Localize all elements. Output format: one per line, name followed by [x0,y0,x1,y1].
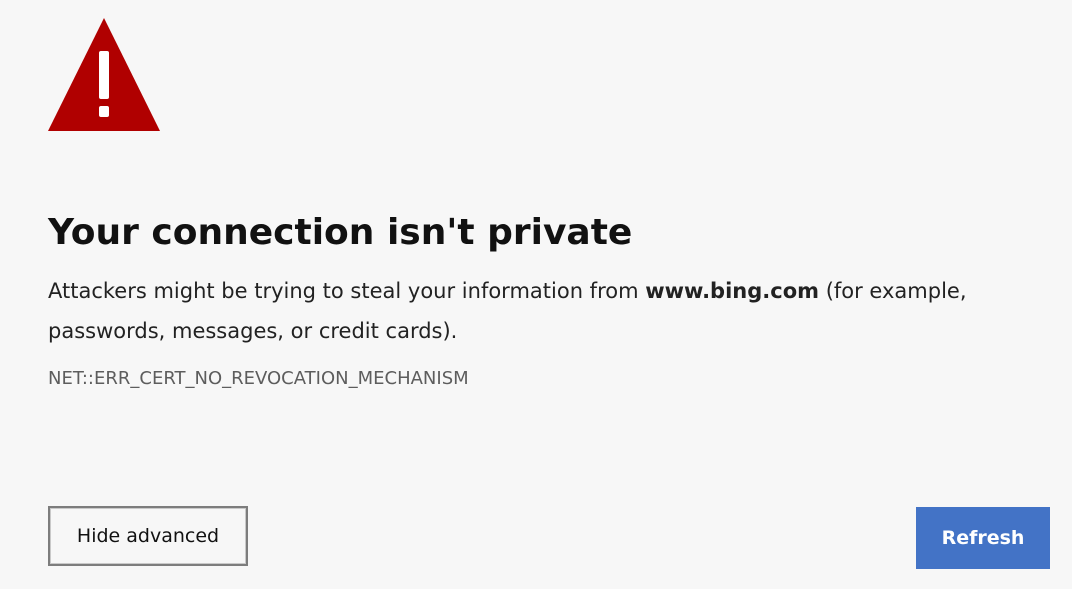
error-page: Your connection isn't private Attackers … [48,18,1050,589]
error-description: Attackers might be trying to steal your … [48,271,968,351]
actions-bar: Hide advanced Refresh [48,506,1050,570]
warning-triangle-icon [48,18,160,131]
hide-advanced-button[interactable]: Hide advanced [48,506,248,566]
page-title: Your connection isn't private [48,212,633,253]
refresh-button[interactable]: Refresh [916,507,1050,569]
site-domain: www.bing.com [645,279,820,304]
description-before-site: Attackers might be trying to steal your … [48,279,646,304]
error-code: NET::ERR_CERT_NO_REVOCATION_MECHANISM [48,368,469,390]
